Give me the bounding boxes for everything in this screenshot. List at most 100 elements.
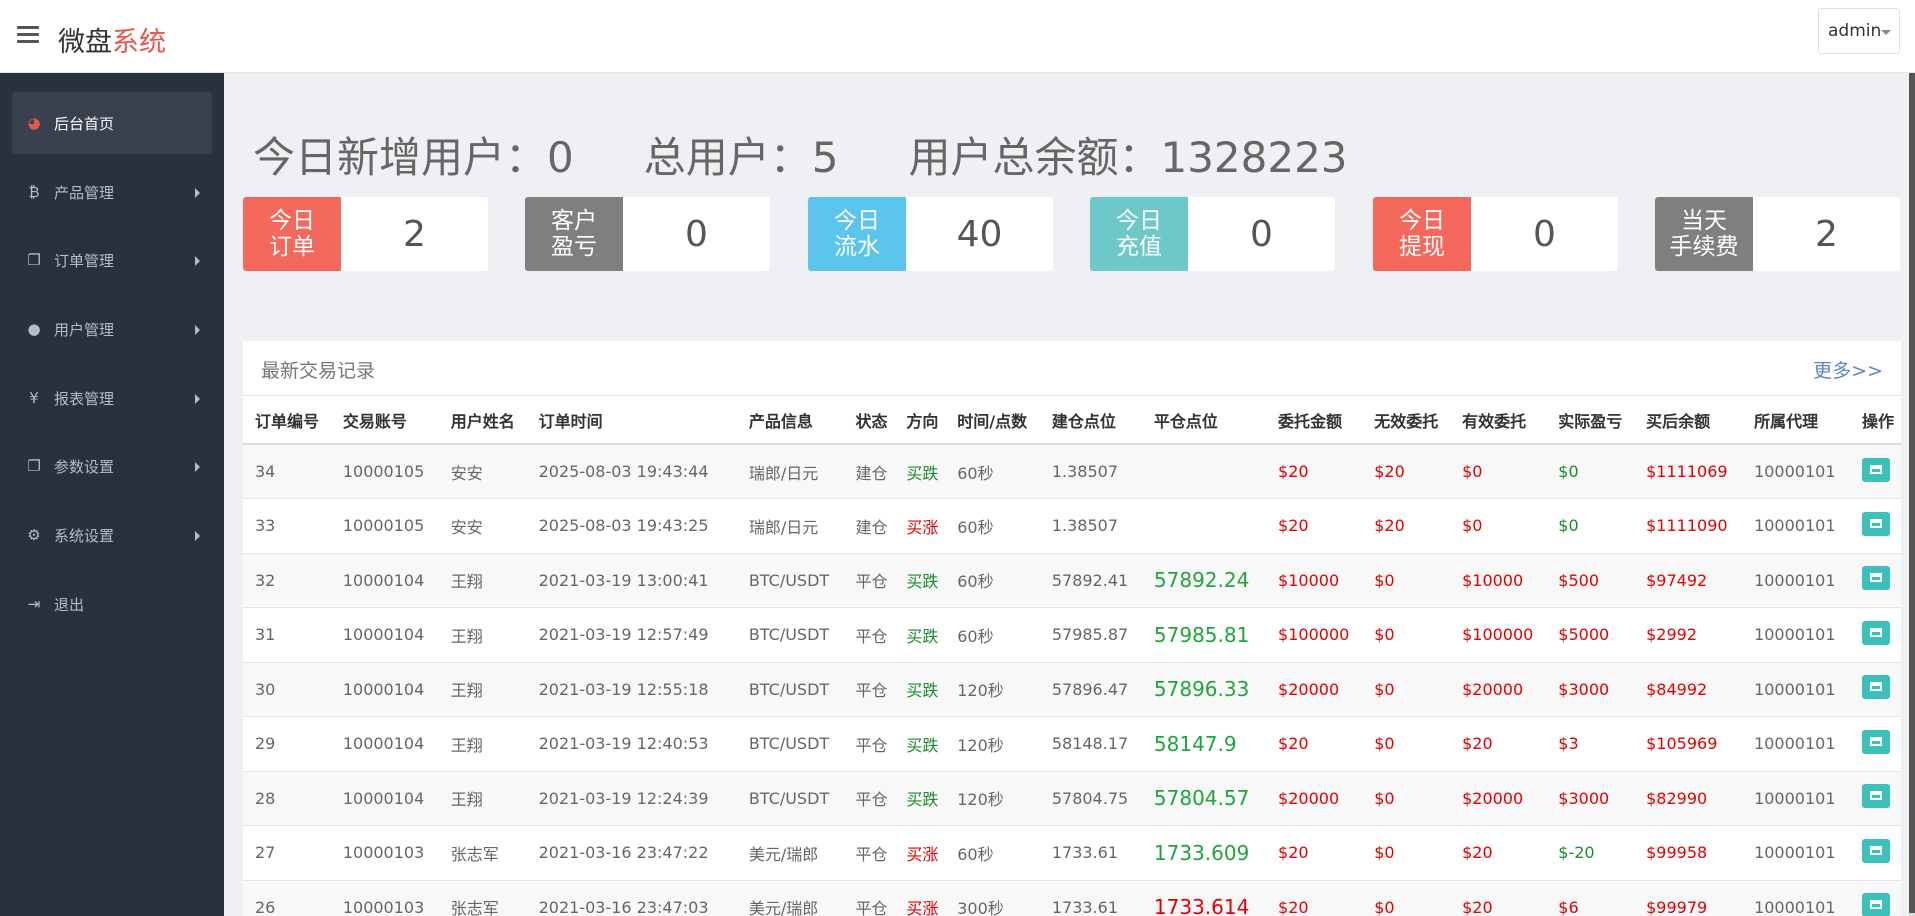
- table-row: 30 10000104 王翔 2021-03-19 12:55:18 BTC/USDT 平…: [243, 662, 1901, 717]
- table-cell: 张志军: [438, 825, 527, 881]
- table-cell: BTC/USDT: [736, 553, 844, 608]
- sidebar-item-2[interactable]: ❐ 订单管理: [12, 229, 212, 291]
- stat-card-value: 40: [956, 213, 1003, 255]
- sidebar-item-label: 报表管理: [54, 389, 115, 408]
- sidebar-item-1[interactable]: ₿ 产品管理: [12, 161, 212, 223]
- recent-trades-panel: 最新交易记录 更多>> 订单编号 交易账号 用户姓名 订单时间 产品信息 状态 方向 时间/点…: [243, 341, 1901, 916]
- sidebar-item-6[interactable]: ⚙ 系统设置: [12, 504, 212, 566]
- sidebar-item-3[interactable]: ● 用户管理: [12, 298, 212, 360]
- table-cell: 平仓: [843, 662, 895, 717]
- table-cell: $0: [1450, 444, 1547, 499]
- stat-label-line1: 今日: [1116, 208, 1162, 234]
- table-cell: 33: [243, 498, 331, 554]
- table-cell: 安安: [438, 444, 527, 499]
- user-dropdown[interactable]: admin: [1818, 8, 1900, 54]
- table-cell: 买涨: [894, 498, 946, 554]
- table-cell: $99958: [1634, 825, 1743, 881]
- stat-label-line2: 充值: [1116, 234, 1162, 260]
- table-cell: BTC/USDT: [736, 607, 844, 663]
- table-cell: 10000101: [1742, 662, 1851, 717]
- sidebar-item-5[interactable]: ❐ 参数设置: [12, 435, 212, 497]
- yen-icon: ¥: [29, 389, 39, 407]
- table-cell: 平仓: [843, 880, 895, 916]
- view-detail-button[interactable]: [1862, 620, 1891, 645]
- view-detail-button[interactable]: [1862, 838, 1891, 863]
- table-cell: $20: [1450, 825, 1547, 881]
- table-row: 28 10000104 王翔 2021-03-19 12:24:39 BTC/USDT 平…: [243, 771, 1901, 826]
- stat-label-line2: 手续费: [1669, 234, 1739, 260]
- sidebar: ◕ 后台首页 ₿ 产品管理 ❐ 订单管理 ● 用户管理 ¥ 报表管理 ❐ 参数设置 ⚙ 系统设置 ⇥ 退出: [0, 73, 224, 916]
- table-cell: 张志军: [438, 880, 527, 916]
- table-cell: $6: [1546, 880, 1635, 916]
- table-cell: 57896.47: [1039, 662, 1142, 717]
- table-cell: 王翔: [438, 716, 527, 772]
- column-header: 方向: [894, 396, 946, 445]
- action-cell: [1850, 662, 1901, 717]
- table-cell: $20000: [1266, 662, 1363, 717]
- table-cell: 1733.61: [1039, 880, 1142, 916]
- bitcoin-icon: ₿: [28, 183, 40, 201]
- table-cell: 10000101: [1742, 825, 1851, 881]
- table-row: 29 10000104 王翔 2021-03-19 12:40:53 BTC/USDT 平…: [243, 716, 1901, 772]
- view-detail-button[interactable]: [1862, 566, 1891, 591]
- action-cell: [1850, 771, 1901, 826]
- chevron-right-icon: [195, 394, 200, 404]
- table-cell: 买跌: [894, 607, 946, 663]
- table-cell: $0: [1362, 825, 1451, 881]
- column-header: 实际盈亏: [1546, 396, 1635, 445]
- table-cell: $20000: [1450, 771, 1547, 826]
- sidebar-item-7[interactable]: ⇥ 退出: [12, 573, 212, 635]
- view-detail-button[interactable]: [1862, 457, 1891, 482]
- table-cell: 买跌: [894, 444, 946, 499]
- brand-logo: 微盘系统: [58, 20, 166, 59]
- chevron-right-icon: [195, 325, 200, 335]
- stat-card-label: 今日 流水: [808, 197, 906, 271]
- menu-toggle-icon[interactable]: [17, 26, 39, 44]
- page-scrollbar[interactable]: [1909, 73, 1915, 916]
- table-cell: 10000101: [1742, 444, 1851, 499]
- table-cell: 60秒: [945, 825, 1040, 881]
- table-cell: 34: [243, 444, 331, 499]
- table-cell: $10000: [1266, 553, 1363, 608]
- table-cell: 平仓: [843, 607, 895, 663]
- view-detail-button[interactable]: [1862, 729, 1891, 754]
- scrollbar-thumb[interactable]: [1909, 73, 1915, 913]
- view-detail-button[interactable]: [1862, 784, 1891, 809]
- table-cell: $10000: [1450, 553, 1547, 608]
- table-row: 27 10000103 张志军 2021-03-16 23:47:22 美元/瑞郎 平仓买…: [243, 825, 1901, 881]
- table-cell: 平仓: [843, 825, 895, 881]
- table-cell: 2021-03-16 23:47:03: [526, 880, 737, 916]
- stat-card-value: 0: [1250, 213, 1273, 255]
- view-detail-button[interactable]: [1862, 893, 1891, 916]
- view-detail-button[interactable]: [1862, 511, 1891, 536]
- table-cell: 买跌: [894, 716, 946, 772]
- table-cell: 28: [243, 771, 331, 826]
- brand-main: 微盘: [58, 27, 112, 58]
- table-cell: 建仓: [843, 444, 895, 499]
- table-row: 32 10000104 王翔 2021-03-19 13:00:41 BTC/USDT 平…: [243, 553, 1901, 608]
- sidebar-item-4[interactable]: ¥ 报表管理: [12, 367, 212, 429]
- table-cell: $500: [1546, 553, 1635, 608]
- table-cell: $-20: [1546, 825, 1635, 881]
- stat-card-label: 今日 提现: [1373, 197, 1471, 271]
- table-cell: 买跌: [894, 553, 946, 608]
- view-detail-button[interactable]: [1862, 675, 1891, 700]
- panel-title: 最新交易记录: [261, 360, 376, 382]
- table-cell: $20000: [1450, 662, 1547, 717]
- copy-icon: ❐: [27, 251, 41, 269]
- table-cell: $0: [1362, 662, 1451, 717]
- table-cell: $0: [1546, 444, 1635, 499]
- table-cell: 10000104: [330, 771, 439, 826]
- stat-card: 今日 流水 40: [808, 197, 1053, 271]
- sidebar-item-0[interactable]: ◕ 后台首页: [12, 92, 212, 154]
- more-link[interactable]: 更多>>: [1813, 356, 1883, 383]
- user-icon: ●: [27, 320, 41, 338]
- table-cell: 32: [243, 553, 331, 608]
- chevron-right-icon: [195, 188, 200, 198]
- table-cell: $0: [1546, 498, 1635, 554]
- table-cell: 1733.614: [1141, 880, 1267, 916]
- table-cell: 王翔: [438, 771, 527, 826]
- table-cell: 10000103: [330, 825, 439, 881]
- table-cell: 57896.33: [1141, 662, 1267, 717]
- table-cell: $1111090: [1634, 498, 1743, 554]
